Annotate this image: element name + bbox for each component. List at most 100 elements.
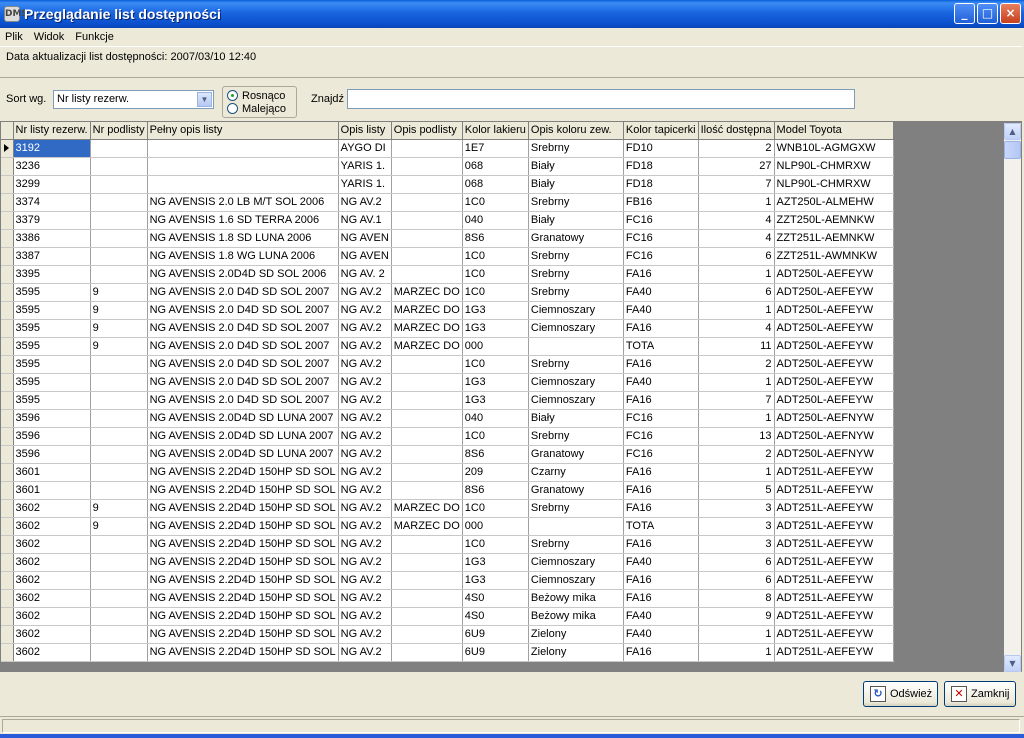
cell-col-opis-listy[interactable]: NG AV.2	[338, 625, 392, 644]
row-indicator[interactable]	[1, 589, 14, 608]
cell-col-pelny-opis[interactable]	[147, 139, 339, 158]
cell-col-opis-koloru[interactable]: Srebrny	[528, 499, 624, 518]
cell-col-opis-koloru[interactable]	[528, 337, 624, 356]
cell-col-ilosc[interactable]: 3	[698, 535, 775, 554]
chevron-down-icon[interactable]: ▼	[197, 92, 212, 107]
cell-col-opis-podlisty[interactable]: MARZEC DO	[391, 283, 463, 302]
cell-col-kolor-tapicerki[interactable]: FA16	[623, 481, 699, 500]
close-window-button[interactable]: ×	[1000, 3, 1021, 24]
cell-col-nr-podlisty[interactable]	[90, 481, 148, 500]
cell-col-ilosc[interactable]: 2	[698, 445, 775, 464]
data-grid[interactable]: Nr listy rezerw. Nr podlisty Pełny opis li…	[0, 121, 1022, 672]
cell-col-kolor-tapicerki[interactable]: FA16	[623, 265, 699, 284]
cell-col-kolor-lakieru[interactable]: 1E7	[462, 139, 529, 158]
cell-col-ilosc[interactable]: 6	[698, 553, 775, 572]
cell-col-nr-podlisty[interactable]	[90, 139, 148, 158]
cell-col-ilosc[interactable]: 5	[698, 481, 775, 500]
column-header-col-opis-koloru[interactable]: Opis koloru zew.	[528, 122, 624, 140]
cell-col-opis-listy[interactable]: NG AV.2	[338, 517, 392, 536]
cell-col-opis-listy[interactable]: NG AV.2	[338, 301, 392, 320]
cell-col-model[interactable]: ADT250L-AEFEYW	[774, 319, 894, 338]
cell-col-kolor-tapicerki[interactable]: FC16	[623, 427, 699, 446]
cell-col-pelny-opis[interactable]: NG AVENSIS 2.0D4D SD LUNA 2007	[147, 427, 339, 446]
cell-col-model[interactable]: ADT250L-AEFNYW	[774, 445, 894, 464]
cell-col-kolor-lakieru[interactable]: 6U9	[462, 643, 529, 662]
cell-col-kolor-lakieru[interactable]: 8S6	[462, 445, 529, 464]
cell-col-opis-podlisty[interactable]	[391, 589, 463, 608]
column-header-col-pelny-opis[interactable]: Pełny opis listy	[147, 122, 339, 140]
cell-col-pelny-opis[interactable]: NG AVENSIS 2.2D4D 150HP SD SOL	[147, 607, 339, 626]
cell-col-nr-listy[interactable]: 3601	[13, 481, 91, 500]
cell-col-ilosc[interactable]: 13	[698, 427, 775, 446]
cell-col-nr-listy[interactable]: 3595	[13, 283, 91, 302]
cell-col-pelny-opis[interactable]: NG AVENSIS 2.0 D4D SD SOL 2007	[147, 283, 339, 302]
cell-col-opis-podlisty[interactable]	[391, 373, 463, 392]
cell-col-nr-podlisty[interactable]	[90, 553, 148, 572]
column-header-col-opis-podlisty[interactable]: Opis podlisty	[391, 122, 463, 140]
cell-col-opis-listy[interactable]: AYGO DI	[338, 139, 392, 158]
cell-col-pelny-opis[interactable]: NG AVENSIS 2.2D4D 150HP SD SOL	[147, 625, 339, 644]
cell-col-kolor-tapicerki[interactable]: FA40	[623, 283, 699, 302]
table-row[interactable]: 3602 NG AVENSIS 2.2D4D 150HP SD SOL NG AV.…	[1, 589, 894, 608]
table-row[interactable]: 3596 NG AVENSIS 2.0D4D SD LUNA 2007 NG AV.…	[1, 445, 894, 464]
cell-col-opis-koloru[interactable]: Granatowy	[528, 481, 624, 500]
cell-col-pelny-opis[interactable]	[147, 157, 339, 176]
cell-col-model[interactable]: ADT251L-AEFEYW	[774, 517, 894, 536]
cell-col-ilosc[interactable]: 4	[698, 211, 775, 230]
cell-col-opis-listy[interactable]: NG AV.2	[338, 355, 392, 374]
cell-col-opis-podlisty[interactable]: MARZEC DO	[391, 499, 463, 518]
cell-col-nr-listy[interactable]: 3192	[13, 139, 91, 158]
row-indicator[interactable]	[1, 535, 14, 554]
cell-col-opis-koloru[interactable]: Srebrny	[528, 427, 624, 446]
cell-col-nr-listy[interactable]: 3374	[13, 193, 91, 212]
table-row[interactable]: 3601 NG AVENSIS 2.2D4D 150HP SD SOL NG AV.…	[1, 481, 894, 500]
cell-col-model[interactable]: AZT250L-ALMEHW	[774, 193, 894, 212]
cell-col-opis-koloru[interactable]: Granatowy	[528, 445, 624, 464]
cell-col-kolor-tapicerki[interactable]: FC16	[623, 229, 699, 248]
cell-col-opis-listy[interactable]: NG AVEN	[338, 229, 392, 248]
cell-col-model[interactable]: NLP90L-CHMRXW	[774, 157, 894, 176]
cell-col-kolor-lakieru[interactable]: 000	[462, 517, 529, 536]
minimize-button[interactable]: _	[954, 3, 975, 24]
cell-col-model[interactable]: ZZT250L-AEMNKW	[774, 211, 894, 230]
table-row[interactable]: 3595 9 NG AVENSIS 2.0 D4D SD SOL 2007 NG AV…	[1, 301, 894, 320]
cell-col-nr-podlisty[interactable]	[90, 265, 148, 284]
cell-col-kolor-tapicerki[interactable]: FC16	[623, 211, 699, 230]
cell-col-nr-listy[interactable]: 3601	[13, 463, 91, 482]
row-indicator[interactable]	[1, 409, 14, 428]
cell-col-kolor-lakieru[interactable]: 040	[462, 409, 529, 428]
row-indicator[interactable]	[1, 247, 14, 266]
table-row[interactable]: 3602 NG AVENSIS 2.2D4D 150HP SD SOL NG AV.…	[1, 553, 894, 572]
radio-descending-circle[interactable]	[227, 103, 238, 114]
cell-col-ilosc[interactable]: 3	[698, 499, 775, 518]
cell-col-nr-listy[interactable]: 3379	[13, 211, 91, 230]
cell-col-model[interactable]: ADT250L-AEFNYW	[774, 427, 894, 446]
sort-dropdown[interactable]: Nr listy rezerw. ▼	[53, 90, 214, 109]
cell-col-nr-podlisty[interactable]	[90, 625, 148, 644]
cell-col-nr-listy[interactable]: 3596	[13, 427, 91, 446]
cell-col-nr-podlisty[interactable]	[90, 175, 148, 194]
cell-col-nr-listy[interactable]: 3386	[13, 229, 91, 248]
cell-col-kolor-lakieru[interactable]: 1G3	[462, 319, 529, 338]
cell-col-nr-podlisty[interactable]	[90, 193, 148, 212]
cell-col-model[interactable]: ZZT251L-AWMNKW	[774, 247, 894, 266]
cell-col-kolor-lakieru[interactable]: 4S0	[462, 589, 529, 608]
cell-col-ilosc[interactable]: 4	[698, 229, 775, 248]
cell-col-pelny-opis[interactable]: NG AVENSIS 2.2D4D 150HP SD SOL	[147, 499, 339, 518]
row-indicator[interactable]	[1, 553, 14, 572]
row-indicator[interactable]	[1, 319, 14, 338]
cell-col-opis-podlisty[interactable]	[391, 211, 463, 230]
cell-col-nr-podlisty[interactable]	[90, 589, 148, 608]
cell-col-kolor-lakieru[interactable]: 1G3	[462, 301, 529, 320]
radio-descending[interactable]: Malejąco	[227, 102, 292, 115]
title-bar[interactable]: DMS Przeglądanie list dostępności _ □ ×	[0, 0, 1024, 28]
scroll-up-button[interactable]: ▲	[1004, 123, 1021, 140]
cell-col-pelny-opis[interactable]	[147, 175, 339, 194]
cell-col-nr-podlisty[interactable]: 9	[90, 283, 148, 302]
row-indicator[interactable]	[1, 571, 14, 590]
table-row[interactable]: 3602 NG AVENSIS 2.2D4D 150HP SD SOL NG AV.…	[1, 571, 894, 590]
table-row[interactable]: 3596 NG AVENSIS 2.0D4D SD LUNA 2007 NG AV.…	[1, 409, 894, 428]
cell-col-pelny-opis[interactable]: NG AVENSIS 2.0 D4D SD SOL 2007	[147, 373, 339, 392]
cell-col-kolor-tapicerki[interactable]: FD10	[623, 139, 699, 158]
scroll-down-button[interactable]: ▼	[1004, 655, 1021, 672]
